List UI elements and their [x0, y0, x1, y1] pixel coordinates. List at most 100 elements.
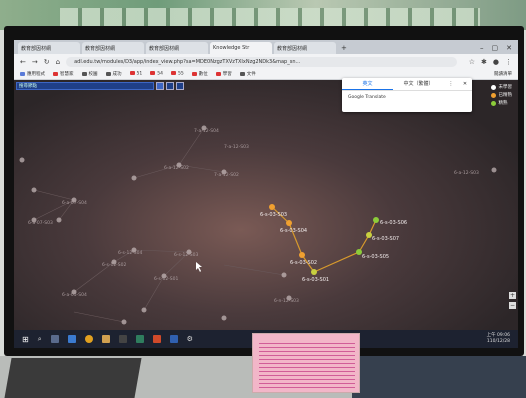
node-label: 7-a-12-S04 [194, 128, 219, 134]
bookmark-item[interactable]: 成功 [105, 71, 122, 77]
store-icon[interactable] [118, 335, 127, 343]
node-label: 6-a-12-S03 [454, 170, 479, 176]
translate-menu-icon[interactable]: ⋮ [444, 78, 458, 90]
knowledge-map-area: 搜尋節點 6-s-03-S03 6-s-03-S04 6-s-03-S02 6-… [14, 78, 518, 330]
monitor: 教育部因材網 教育部因材網 教育部因材網 Knowledge Str 教育部因材… [4, 26, 524, 356]
settings-gear-icon[interactable]: ⚙ [187, 335, 193, 343]
app-icon[interactable] [135, 335, 144, 343]
bookmark-item[interactable]: 校園 [81, 71, 98, 77]
graph-node[interactable] [121, 319, 127, 325]
graph-node[interactable] [131, 175, 137, 181]
graph-node[interactable] [141, 307, 147, 313]
graph-node[interactable] [31, 187, 37, 193]
translate-tab-chinese[interactable]: 中文（繁體） [393, 78, 444, 90]
zoom-out-button[interactable]: − [509, 302, 516, 309]
node-label: 7-a-12-S03 [224, 144, 249, 150]
back-arrow-icon[interactable]: ← [20, 58, 26, 66]
maximize-icon[interactable]: ▢ [492, 42, 499, 54]
reload-icon[interactable]: ↻ [44, 58, 50, 66]
browser-tab[interactable]: 教育部因材網 [18, 42, 80, 54]
reading-list[interactable]: 閱讀清單 [494, 71, 518, 77]
chrome-icon[interactable] [84, 335, 93, 343]
pink-paper-note [252, 333, 360, 393]
home-icon[interactable]: ⌂ [56, 58, 60, 66]
browser-tab[interactable]: 教育部因材網 [82, 42, 144, 54]
node-label: 6-s-03-S02 [290, 260, 317, 266]
graph-node[interactable] [221, 315, 227, 321]
task-view-icon[interactable] [50, 335, 59, 343]
node-label: 6-s-12-S01 [154, 276, 179, 282]
apps-icon [20, 71, 25, 76]
profile-icon[interactable]: ● [493, 58, 499, 66]
graph-node-orange[interactable] [269, 204, 275, 210]
node-label: 6-n-12-S03 [274, 298, 299, 304]
bookmark-item[interactable]: 數位 [191, 71, 208, 77]
app-icon[interactable] [67, 335, 76, 343]
graph-node[interactable] [19, 157, 25, 163]
background-window [60, 8, 480, 26]
bookmark-item[interactable]: 54 [150, 71, 163, 77]
mouse-cursor-icon [196, 262, 202, 272]
desk-object [352, 356, 526, 398]
bookmark-icon [129, 71, 135, 76]
node-label: 6-s-03-S07 [372, 236, 399, 242]
new-tab-button[interactable]: + [338, 42, 350, 54]
app-icon[interactable] [169, 335, 178, 343]
star-icon[interactable]: ☆ [469, 58, 475, 66]
minimize-icon[interactable]: – [480, 42, 484, 54]
node-label: 6-s-03-S05 [362, 254, 389, 260]
bookmark-item[interactable]: 文件 [239, 71, 256, 77]
address-bar[interactable]: adl.edu.tw/modules/D3/app/index_view.php… [66, 56, 457, 67]
bookmark-icon [191, 71, 197, 76]
search-icon[interactable]: ⌕ [38, 335, 42, 344]
menu-icon[interactable]: ⋮ [505, 58, 518, 66]
graph-node[interactable] [56, 217, 62, 223]
knowledge-graph: 6-s-03-S03 6-s-03-S04 6-s-03-S02 6-s-03-… [19, 125, 497, 325]
graph-node-green[interactable] [373, 217, 379, 223]
node-label: 6-a-07-S04 [62, 200, 87, 206]
translate-close-icon[interactable]: ✕ [458, 78, 472, 90]
translate-popup: 英文 中文（繁體） ⋮ ✕ Google Translate [342, 78, 472, 112]
bookmark-item[interactable]: 學習 [215, 71, 232, 77]
faded-nodes [19, 125, 497, 325]
bookmark-item[interactable]: 智慧家 [53, 71, 74, 77]
translate-tab-english[interactable]: 英文 [342, 78, 393, 90]
taskbar-clock[interactable]: 上午 09:06 110/12/28 [487, 333, 518, 345]
legend-dot [490, 84, 496, 90]
bookmark-item[interactable]: 55 [170, 71, 184, 77]
graph-node[interactable] [281, 272, 287, 278]
graph-node-green[interactable] [311, 269, 317, 275]
close-icon[interactable]: ✕ [506, 42, 512, 54]
node-label: 6-s-12-S02 [102, 262, 127, 268]
browser-tab[interactable]: 教育部因材網 [146, 42, 208, 54]
bookmark-icon [239, 71, 245, 76]
zoom-in-button[interactable]: + [509, 292, 516, 299]
legend-dot [490, 92, 496, 98]
graph-node-orange[interactable] [299, 252, 305, 258]
legend-item: 未學習 [490, 84, 512, 90]
bookmark-icon [53, 71, 58, 76]
active-node-labels: 6-s-03-S03 6-s-03-S04 6-s-03-S02 6-s-03-… [260, 212, 407, 283]
forward-arrow-icon[interactable]: → [32, 58, 38, 66]
bookmark-icon [215, 71, 221, 76]
node-label: 6-s-03-S01 [302, 277, 329, 283]
folder-icon[interactable] [101, 335, 110, 343]
legend-item: 已精熟 [490, 92, 512, 98]
bookmark-icon [150, 71, 156, 76]
node-label: 7-a-12-S02 [214, 172, 239, 178]
paper-text-lines [259, 340, 355, 388]
graph-node[interactable] [491, 167, 497, 173]
graph-node-orange[interactable] [286, 220, 292, 226]
extensions-icon[interactable]: ✱ [481, 58, 487, 66]
browser-tab-bar: 教育部因材網 教育部因材網 教育部因材網 Knowledge Str 教育部因材… [14, 40, 518, 54]
browser-tab[interactable]: 教育部因材網 [274, 42, 336, 54]
node-label: 6-s-03-S04 [280, 228, 307, 234]
bookmark-item[interactable]: 應用程式 [20, 71, 45, 77]
monitor-screen: 教育部因材網 教育部因材網 教育部因材網 Knowledge Str 教育部因材… [14, 40, 518, 348]
app-icon[interactable] [152, 335, 161, 343]
clock-date: 110/12/28 [486, 339, 510, 344]
node-label: 6-s-12-S03 [174, 252, 199, 258]
bookmark-item[interactable]: 51 [129, 71, 142, 77]
browser-tab-active[interactable]: Knowledge Str [210, 42, 272, 54]
windows-start-icon[interactable]: ⊞ [22, 335, 29, 344]
